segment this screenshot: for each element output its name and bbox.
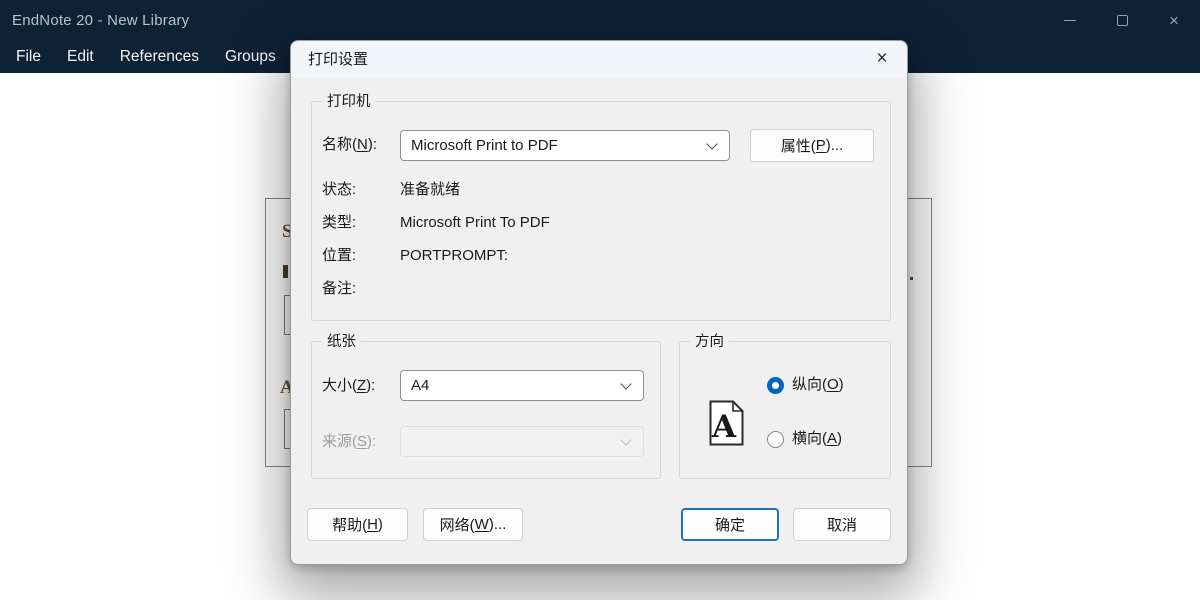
type-label: 类型: bbox=[322, 213, 356, 233]
landscape-radio[interactable] bbox=[767, 431, 784, 448]
paper-size-select[interactable]: A4 bbox=[400, 370, 644, 401]
minimize-icon bbox=[1064, 20, 1076, 21]
portrait-radio-label[interactable]: 纵向(O) bbox=[792, 375, 844, 395]
maximize-button[interactable] bbox=[1096, 0, 1148, 40]
svg-text:A: A bbox=[711, 409, 737, 445]
window-title: EndNote 20 - New Library bbox=[12, 0, 189, 40]
menu-edit[interactable]: Edit bbox=[54, 40, 107, 73]
type-value: Microsoft Print To PDF bbox=[400, 213, 550, 233]
paper-source-select bbox=[400, 426, 644, 457]
maximize-icon bbox=[1117, 15, 1128, 26]
print-setup-dialog: 打印设置 × 打印机 名称(N): Microsoft Print to PDF… bbox=[290, 40, 908, 565]
printer-name-label: 名称(N): bbox=[322, 135, 377, 155]
dialog-close-button[interactable]: × bbox=[867, 45, 897, 73]
landscape-radio-label[interactable]: 横向(A) bbox=[792, 429, 842, 449]
comment-label: 备注: bbox=[322, 279, 356, 299]
portrait-page-icon: A bbox=[709, 400, 744, 446]
orientation-group-label: 方向 bbox=[690, 332, 729, 352]
printer-group-label: 打印机 bbox=[322, 92, 376, 112]
printer-group: 打印机 名称(N): Microsoft Print to PDF 属性(P).… bbox=[311, 101, 891, 321]
location-label: 位置: bbox=[322, 246, 356, 266]
status-label: 状态: bbox=[322, 180, 356, 200]
properties-button[interactable]: 属性(P)... bbox=[750, 129, 874, 162]
window-controls: × bbox=[1044, 0, 1200, 40]
dialog-titlebar: 打印设置 × bbox=[291, 41, 907, 77]
chevron-down-icon bbox=[620, 434, 631, 445]
orientation-group: 方向 A 纵向(O) 横向(A) bbox=[679, 341, 891, 479]
menu-groups[interactable]: Groups bbox=[212, 40, 289, 73]
ok-button[interactable]: 确定 bbox=[681, 508, 779, 541]
paper-source-label: 来源(S): bbox=[322, 432, 376, 452]
chevron-down-icon bbox=[706, 138, 717, 149]
paper-size-value: A4 bbox=[411, 371, 429, 400]
close-icon: × bbox=[1169, 12, 1179, 29]
dialog-title: 打印设置 bbox=[308, 41, 368, 78]
background-text-fragment bbox=[283, 265, 288, 278]
menu-bar: File Edit References Groups bbox=[3, 40, 289, 73]
status-value: 准备就绪 bbox=[400, 180, 460, 200]
portrait-radio[interactable] bbox=[767, 377, 784, 394]
menu-file[interactable]: File bbox=[3, 40, 54, 73]
close-icon: × bbox=[876, 48, 887, 70]
paper-size-label: 大小(Z): bbox=[322, 376, 375, 396]
minimize-button[interactable] bbox=[1044, 0, 1096, 40]
paper-group: 纸张 大小(Z): A4 来源(S): bbox=[311, 341, 661, 479]
chevron-down-icon bbox=[620, 378, 631, 389]
printer-name-select[interactable]: Microsoft Print to PDF bbox=[400, 130, 730, 161]
help-button[interactable]: 帮助(H) bbox=[307, 508, 408, 541]
printer-name-value: Microsoft Print to PDF bbox=[411, 131, 558, 160]
close-window-button[interactable]: × bbox=[1148, 0, 1200, 40]
location-value: PORTPROMPT: bbox=[400, 246, 508, 266]
menu-references[interactable]: References bbox=[107, 40, 212, 73]
paper-group-label: 纸张 bbox=[322, 332, 361, 352]
cancel-button[interactable]: 取消 bbox=[793, 508, 891, 541]
background-text-fragment bbox=[910, 277, 913, 280]
network-button[interactable]: 网络(W)... bbox=[423, 508, 523, 541]
